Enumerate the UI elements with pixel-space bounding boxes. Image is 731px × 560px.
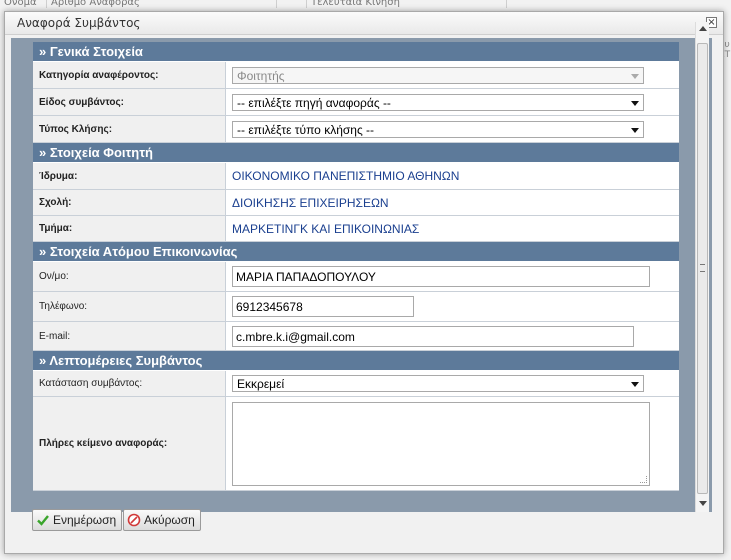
update-button[interactable]: Ενημέρωση — [32, 509, 123, 531]
category-select: Φοιτητής — [232, 66, 644, 84]
cancel-icon — [127, 513, 141, 527]
phone-field[interactable]: 6912345678 — [232, 296, 414, 317]
form-value-cell: c.mbre.k.i@gmail.com — [226, 322, 679, 350]
contact-name-field[interactable]: ΜΑΡΙΑ ΠΑΠΑΔΟΠΟΥΛΟΥ — [232, 266, 650, 287]
section-header-details: » Λεπτομέρειες Συμβάντος — [33, 351, 679, 371]
dialog-title: Αναφορά Συμβάντος — [17, 16, 141, 30]
form-row: Κατάσταση συμβάντος: Εκκρεμεί — [33, 371, 679, 397]
incident-report-dialog: Αναφορά Συμβάντος × » Γενικά Στοιχεία Κα… — [4, 11, 724, 554]
department-value: ΜΑΡΚΕΤΙΝΓΚ ΚΑΙ ΕΠΙΚΟΙΝΩΝΙΑΣ — [232, 221, 420, 236]
chevron-down-icon — [631, 382, 639, 387]
cancel-button[interactable]: Ακύρωση — [123, 509, 201, 531]
form-value-cell — [226, 397, 679, 490]
email-label: E-mail: — [33, 322, 226, 350]
category-label: Κατηγορία αναφέροντος: — [33, 62, 226, 88]
cancel-button-label: Ακύρωση — [144, 513, 195, 527]
background-column — [277, 0, 307, 8]
call-type-label: Τύπος Κλήσης: — [33, 116, 226, 142]
section-header-general: » Γενικά Στοιχεία — [33, 42, 679, 62]
status-select[interactable]: Εκκρεμεί — [232, 375, 644, 392]
form-row: Είδος συμβάντος: -- επιλέξτε πηγή αναφορ… — [33, 89, 679, 116]
vertical-scrollbar[interactable] — [695, 22, 709, 512]
form-value-cell: ΜΑΡΙΑ ΠΑΠΑΔΟΠΟΥΛΟΥ — [226, 262, 679, 291]
form-row: Ον/μο: ΜΑΡΙΑ ΠΑΠΑΔΟΠΟΥΛΟΥ — [33, 262, 679, 292]
chevron-down-icon — [631, 100, 639, 106]
form-value-cell: -- επιλέξτε τύπο κλήσης -- — [226, 116, 679, 142]
contact-name-label: Ον/μο: — [33, 262, 226, 291]
form-row: Ίδρυμα: ΟΙΚΟΝΟΜΙΚΟ ΠΑΝΕΠΙΣΤΗΜΙΟ ΑΘΗΝΩΝ — [33, 163, 679, 190]
background-column: Αριθμό Αναφοράς — [47, 0, 277, 8]
form-row: Σχολή: ΔΙΟΙΚΗΣΗΣ ΕΠΙΧΕΙΡΗΣΕΩΝ — [33, 190, 679, 216]
background-table-header: Ονομα Αριθμό Αναφοράς Τελευταία Κίνηση — [0, 0, 731, 8]
chevron-down-icon — [631, 127, 639, 133]
school-label: Σχολή: — [33, 190, 226, 215]
call-type-select[interactable]: -- επιλέξτε τύπο κλήσης -- — [232, 120, 644, 138]
phone-label: Τηλέφωνο: — [33, 292, 226, 321]
status-value: Εκκρεμεί — [237, 377, 285, 391]
scroll-grip-icon — [700, 264, 705, 272]
resize-grip-icon[interactable] — [640, 475, 647, 483]
section-header-contact: » Στοιχεία Ατόμου Επικοινωνίας — [33, 242, 679, 262]
background-column: Τελευταία Κίνηση — [307, 0, 507, 8]
form-row: Πλήρες κείμενο αναφοράς: — [33, 397, 679, 491]
checkmark-icon — [36, 513, 50, 527]
form-value-cell: 6912345678 — [226, 292, 679, 321]
institution-label: Ίδρυμα: — [33, 163, 226, 189]
form-row: Τμήμα: ΜΑΡΚΕΤΙΝΓΚ ΚΑΙ ΕΠΙΚΟΙΝΩΝΙΑΣ — [33, 216, 679, 242]
form-row: Τύπος Κλήσης: -- επιλέξτε τύπο κλήσης -- — [33, 116, 679, 143]
report-text-area[interactable] — [232, 401, 650, 486]
call-type-value: -- επιλέξτε τύπο κλήσης -- — [237, 122, 375, 137]
institution-value: ΟΙΚΟΝΟΜΙΚΟ ΠΑΝΕΠΙΣΤΗΜΙΟ ΑΘΗΝΩΝ — [232, 169, 460, 183]
update-button-label: Ενημέρωση — [53, 513, 117, 527]
scroll-up-icon[interactable] — [699, 26, 707, 31]
form-row: Τηλέφωνο: 6912345678 — [33, 292, 679, 322]
incident-type-value: -- επιλέξτε πηγή αναφοράς -- — [237, 95, 391, 110]
scroll-down-icon[interactable] — [699, 501, 707, 506]
status-label: Κατάσταση συμβάντος: — [33, 371, 226, 396]
dialog-titlebar[interactable]: Αναφορά Συμβάντος × — [5, 12, 723, 35]
email-field[interactable]: c.mbre.k.i@gmail.com — [232, 325, 634, 347]
report-text-label: Πλήρες κείμενο αναφοράς: — [33, 397, 226, 490]
incident-form: » Γενικά Στοιχεία Κατηγορία αναφέροντος:… — [33, 42, 679, 491]
incident-type-label: Είδος συμβάντος: — [33, 89, 226, 115]
dialog-content: » Γενικά Στοιχεία Κατηγορία αναφέροντος:… — [11, 38, 712, 512]
form-row: E-mail: c.mbre.k.i@gmail.com — [33, 322, 679, 351]
school-value: ΔΙΟΙΚΗΣΗΣ ΕΠΙΧΕΙΡΗΣΕΩΝ — [232, 195, 389, 210]
scrollbar-thumb[interactable] — [697, 43, 708, 494]
background-column: Ονομα — [0, 0, 47, 8]
incident-type-select[interactable]: -- επιλέξτε πηγή αναφοράς -- — [232, 93, 644, 111]
chevron-down-icon — [631, 73, 639, 79]
form-value-cell: Εκκρεμεί — [226, 371, 679, 396]
section-header-student: » Στοιχεία Φοιτητή — [33, 143, 679, 163]
form-value-cell: -- επιλέξτε πηγή αναφοράς -- — [226, 89, 679, 115]
form-row: Κατηγορία αναφέροντος: Φοιτητής — [33, 62, 679, 89]
department-label: Τμήμα: — [33, 216, 226, 241]
category-value: Φοιτητής — [237, 68, 285, 83]
form-value-cell: Φοιτητής — [226, 62, 679, 88]
